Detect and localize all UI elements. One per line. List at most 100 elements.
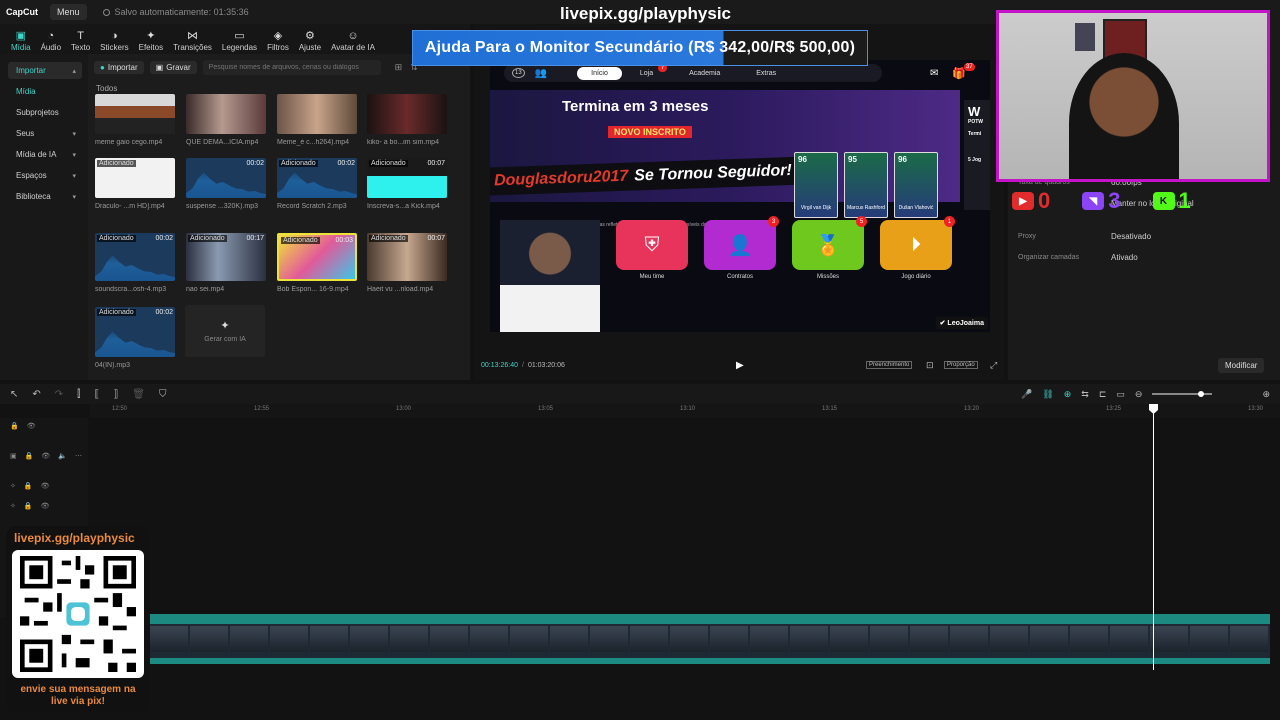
tool-ai-avatar[interactable]: ☺ Avatar de IA	[326, 24, 380, 54]
modify-button[interactable]: Modificar	[1218, 358, 1265, 373]
side-text: POTW	[968, 119, 983, 125]
shield-icon[interactable]: ⛉	[159, 389, 167, 400]
tool-adjust[interactable]: ⚙ Ajuste	[294, 24, 326, 54]
magnet-icon[interactable]: ⊕	[1064, 389, 1072, 400]
captions-track-icon[interactable]: ▭	[1116, 389, 1125, 400]
check-icon: ✔	[939, 320, 946, 327]
card-rating: 96	[798, 155, 807, 164]
lock-icon[interactable]: 🔒	[25, 452, 34, 460]
zoom-out-icon[interactable]: ⊖	[1135, 389, 1143, 400]
mic-icon[interactable]: 🎤	[1021, 389, 1032, 400]
media-item[interactable]: Adicionado 00:02 04(IN).mp3	[95, 307, 175, 369]
media-item[interactable]: Adicionado Draculo- ...m HD].mp4	[95, 158, 175, 210]
tool-captions[interactable]: ▭ Legendas	[217, 24, 262, 54]
eye-icon[interactable]: 👁	[41, 452, 50, 460]
audio-icon[interactable]: 🔈	[58, 452, 67, 460]
track-type-icon: ▣	[10, 453, 17, 460]
tool-media[interactable]: ▣ Mídia	[6, 24, 36, 54]
zoom-knob[interactable]	[1198, 391, 1205, 397]
fill-button[interactable]: Preenchimento	[866, 361, 913, 369]
nav-subprojects[interactable]: Subprojetos	[8, 104, 82, 121]
nav-library[interactable]: Biblioteca ▾	[8, 188, 82, 205]
tool-effects[interactable]: ✦ Efeitos	[134, 24, 168, 54]
media-item[interactable]: QUE DEMA...ÍCIA.mp4	[186, 94, 266, 146]
timeline-ruler[interactable]: 12:50 12:55 13:00 13:05 13:10 13:15 13:2…	[90, 404, 1280, 418]
zoom-slider[interactable]	[1152, 391, 1213, 397]
side-promo: W POTW Termi 5 Jog	[964, 100, 990, 210]
tool-filters[interactable]: ◈ Filtros	[262, 24, 294, 54]
select-tool-icon[interactable]: ↖	[10, 389, 18, 400]
media-item[interactable]: Adicionado 00:07 Inscreva-s...a Kick.mp4	[367, 158, 447, 210]
lock-icon[interactable]: 🔒	[24, 502, 33, 510]
link-icon[interactable]: ⛓	[1042, 389, 1053, 400]
split-icon[interactable]: ⫿	[77, 389, 80, 400]
lock-icon[interactable]: 🔒	[10, 422, 19, 430]
redo-icon[interactable]: ↷	[55, 389, 63, 400]
tool-stickers[interactable]: ◑ Stickers	[95, 24, 133, 54]
lock-icon[interactable]: 🔒	[24, 482, 33, 490]
tile-badge: 3	[768, 216, 779, 227]
eye-icon[interactable]: 👁	[27, 422, 36, 430]
split-left-icon[interactable]: ⟦	[94, 389, 99, 400]
media-duration: 00:03	[335, 237, 353, 244]
nav-import[interactable]: Importar ▴	[8, 62, 82, 79]
grid-view-icon[interactable]: ⊞	[395, 62, 403, 73]
qr-code-graphic	[20, 556, 136, 672]
media-item[interactable]: Adicionado 00:02 Record Scratch 2.mp3	[277, 158, 357, 210]
import-button[interactable]: ● Importar	[94, 60, 144, 74]
more-icon[interactable]: ⋯	[75, 452, 82, 460]
split-right-icon[interactable]: ⟧	[113, 389, 118, 400]
media-caption: QUE DEMA...ÍCIA.mp4	[186, 139, 259, 146]
ratio-button[interactable]: Proporção	[944, 361, 978, 369]
section-label: Todos	[96, 84, 118, 93]
sticker-icon: ◑	[111, 30, 118, 42]
game-tab-extras: Extras	[756, 69, 777, 77]
main-toolbar: ▣ Mídia ◔ Áudio T Texto ◑ Stickers ✦ Efeitos …	[0, 24, 470, 54]
media-item[interactable]: Adicionado 00:07 Haeit vu ...nload.mp4	[367, 233, 447, 293]
nav-spaces[interactable]: Espaços ▾	[8, 167, 82, 184]
media-item[interactable]: Meme_é c...h264).mp4	[277, 94, 357, 146]
total-timecode: 01:03:20:06	[527, 361, 565, 369]
eye-icon[interactable]: 👁	[41, 502, 50, 510]
playhead[interactable]	[1153, 404, 1154, 670]
media-search-input[interactable]	[202, 59, 381, 75]
media-item[interactable]: meme gaio cego.mp4	[95, 94, 175, 146]
media-item[interactable]: Adicionado 00:02 soundscra...osh-4.mp3	[95, 233, 175, 293]
tool-label: Stickers	[100, 43, 129, 52]
nav-yours[interactable]: Seus ▾	[8, 125, 82, 142]
ruler-tick: 13:30	[1248, 406, 1264, 412]
nav-label: Seus	[16, 129, 35, 138]
generate-ai-tile[interactable]: ✦ Gerar com IA	[185, 305, 265, 357]
timecode-separator: /	[521, 361, 524, 369]
crop-icon[interactable]: ⊡	[926, 360, 934, 371]
menu-button[interactable]: Menu	[50, 4, 87, 20]
play-icon[interactable]: ▶	[736, 360, 744, 371]
nav-media[interactable]: Mídia	[8, 83, 82, 100]
tool-transitions[interactable]: ⋈ Transições	[168, 24, 217, 54]
media-caption: Haeit vu ...nload.mp4	[367, 286, 434, 293]
tool-audio[interactable]: ◔ Áudio	[36, 24, 66, 54]
timeline-tracks	[0, 418, 1280, 720]
media-item[interactable]: kiko- a bo...im sim.mp4	[367, 94, 447, 146]
preview-axis-icon[interactable]: ⊏	[1099, 389, 1107, 400]
zoom-in-icon[interactable]: ⊕	[1262, 389, 1270, 400]
media-item[interactable]: Adicionado 00:03 Bob Espon... 16-9.mp4	[277, 233, 357, 293]
undo-icon[interactable]: ↶	[32, 389, 40, 400]
video-clip[interactable]	[150, 614, 1270, 664]
autosave-status: Salvo automaticamente: 01:35:36	[102, 7, 249, 17]
media-thumbnail	[95, 94, 175, 134]
tile-icon-box: 🏅 5	[792, 216, 867, 270]
tool-text[interactable]: T Texto	[66, 24, 95, 54]
media-duration: 00:02	[155, 235, 173, 242]
eye-icon[interactable]: 👁	[41, 482, 50, 490]
record-button[interactable]: ▣ Gravar	[149, 60, 197, 74]
fullscreen-icon[interactable]: ⤢	[990, 360, 997, 371]
qr-title: livepix.gg/playphysic	[14, 531, 135, 545]
media-item[interactable]: 00:02 suspense ...320K).mp3	[186, 158, 266, 210]
clip-frame	[990, 626, 1028, 652]
snap-icon[interactable]: ⇆	[1081, 389, 1089, 400]
media-item[interactable]: Adicionado 00:17 nao sei.mp4	[186, 233, 266, 293]
nav-ai-media[interactable]: Mídia de IA ▾	[8, 146, 82, 163]
delete-icon[interactable]: 🗑	[132, 389, 145, 400]
media-thumbnail	[367, 94, 447, 134]
